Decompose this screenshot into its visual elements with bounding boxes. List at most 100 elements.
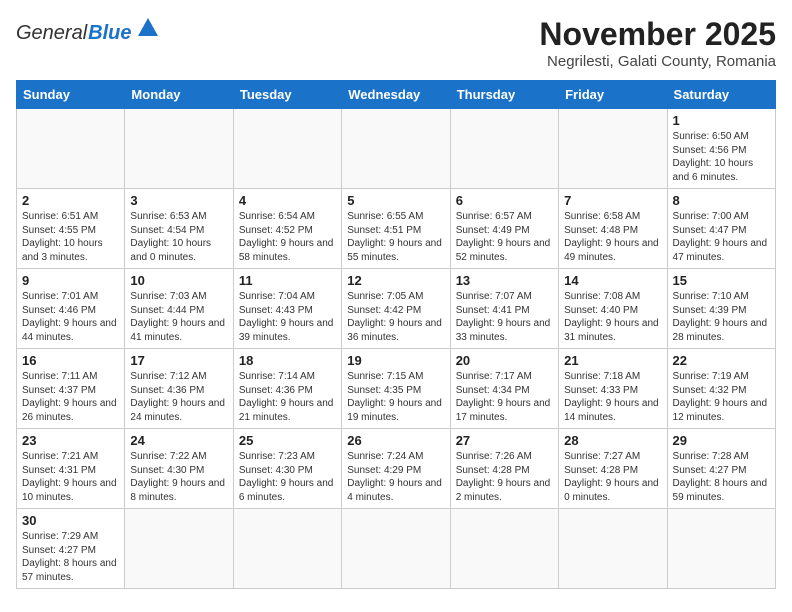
day-info: Sunrise: 7:12 AM Sunset: 4:36 PM Dayligh… [130,370,227,424]
calendar-cell: 22 Sunrise: 7:19 AM Sunset: 4:32 PM Dayli… [667,349,775,429]
day-info: Sunrise: 7:19 AM Sunset: 4:32 PM Dayligh… [673,370,770,424]
weekday-header-row: Sunday Monday Tuesday Wednesday Thursday… [17,81,776,109]
day-number: 25 [239,433,336,448]
day-info: Sunrise: 7:21 AM Sunset: 4:31 PM Dayligh… [22,450,119,504]
calendar-cell: 16Sunrise: 7:11 AM Sunset: 4:37 PM Dayli… [17,349,125,429]
calendar-cell [233,109,341,189]
logo-triangle-icon [137,16,159,43]
day-info: Sunrise: 7:00 AM Sunset: 4:47 PM Dayligh… [673,210,770,264]
day-number: 16 [22,353,119,368]
day-info: Sunrise: 7:28 AM Sunset: 4:27 PM Dayligh… [673,450,770,504]
calendar-cell: 14Sunrise: 7:08 AM Sunset: 4:40 PM Dayli… [559,269,667,349]
day-number: 1 [673,113,770,128]
day-number: 12 [347,273,444,288]
calendar-cell: 15 Sunrise: 7:10 AM Sunset: 4:39 PM Dayli… [667,269,775,349]
day-info: Sunrise: 6:58 AM Sunset: 4:48 PM Dayligh… [564,210,661,264]
day-number: 11 [239,273,336,288]
header-wednesday: Wednesday [342,81,450,109]
day-info: Sunrise: 6:57 AM Sunset: 4:49 PM Dayligh… [456,210,553,264]
day-number: 14 [564,273,661,288]
calendar-cell: 21Sunrise: 7:18 AM Sunset: 4:33 PM Dayli… [559,349,667,429]
day-info: Sunrise: 7:17 AM Sunset: 4:34 PM Dayligh… [456,370,553,424]
day-info: Sunrise: 7:15 AM Sunset: 4:35 PM Dayligh… [347,370,444,424]
calendar-cell [450,509,558,589]
calendar-cell [125,509,233,589]
calendar-cell: 28Sunrise: 7:27 AM Sunset: 4:28 PM Dayli… [559,429,667,509]
calendar-cell [342,109,450,189]
calendar-cell: 5Sunrise: 6:55 AM Sunset: 4:51 PM Daylig… [342,189,450,269]
day-info: Sunrise: 6:53 AM Sunset: 4:54 PM Dayligh… [130,210,227,264]
day-number: 10 [130,273,227,288]
calendar-week-row: 9 Sunrise: 7:01 AM Sunset: 4:46 PM Daylig… [17,269,776,349]
day-number: 18 [239,353,336,368]
day-info: Sunrise: 7:10 AM Sunset: 4:39 PM Dayligh… [673,290,770,344]
calendar-cell [450,109,558,189]
calendar-cell: 13Sunrise: 7:07 AM Sunset: 4:41 PM Dayli… [450,269,558,349]
header-sunday: Sunday [17,81,125,109]
calendar-cell: 25 Sunrise: 7:23 AM Sunset: 4:30 PM Dayli… [233,429,341,509]
day-info: Sunrise: 6:55 AM Sunset: 4:51 PM Dayligh… [347,210,444,264]
day-info: Sunrise: 7:26 AM Sunset: 4:28 PM Dayligh… [456,450,553,504]
day-info: Sunrise: 7:04 AM Sunset: 4:43 PM Dayligh… [239,290,336,344]
day-number: 7 [564,193,661,208]
day-info: Sunrise: 7:23 AM Sunset: 4:30 PM Dayligh… [239,450,336,504]
day-number: 4 [239,193,336,208]
day-number: 8 [673,193,770,208]
calendar-cell: 20 Sunrise: 7:17 AM Sunset: 4:34 PM Dayli… [450,349,558,429]
header-friday: Friday [559,81,667,109]
calendar-cell: 17 Sunrise: 7:12 AM Sunset: 4:36 PM Dayli… [125,349,233,429]
calendar-cell [559,109,667,189]
day-info: Sunrise: 6:54 AM Sunset: 4:52 PM Dayligh… [239,210,336,264]
day-info: Sunrise: 7:14 AM Sunset: 4:36 PM Dayligh… [239,370,336,424]
logo-general-text: General [16,22,87,45]
day-number: 19 [347,353,444,368]
day-number: 22 [673,353,770,368]
title-block: November 2025 Negrilesti, Galati County,… [539,16,776,70]
day-info: Sunrise: 7:18 AM Sunset: 4:33 PM Dayligh… [564,370,661,424]
header-thursday: Thursday [450,81,558,109]
calendar-cell: 7 Sunrise: 6:58 AM Sunset: 4:48 PM Daylig… [559,189,667,269]
calendar-week-row: 30Sunrise: 7:29 AM Sunset: 4:27 PM Dayli… [17,509,776,589]
day-number: 15 [673,273,770,288]
day-number: 20 [456,353,553,368]
day-number: 23 [22,433,119,448]
calendar-cell: 8 Sunrise: 7:00 AM Sunset: 4:47 PM Daylig… [667,189,775,269]
calendar-week-row: 23 Sunrise: 7:21 AM Sunset: 4:31 PM Dayli… [17,429,776,509]
calendar-week-row: 1 Sunrise: 6:50 AM Sunset: 4:56 PM Daylig… [17,109,776,189]
calendar-cell: 18 Sunrise: 7:14 AM Sunset: 4:36 PM Dayli… [233,349,341,429]
calendar-cell: 11 Sunrise: 7:04 AM Sunset: 4:43 PM Dayli… [233,269,341,349]
day-number: 2 [22,193,119,208]
calendar-week-row: 2 Sunrise: 6:51 AM Sunset: 4:55 PM Daylig… [17,189,776,269]
calendar-cell [559,509,667,589]
calendar-cell [17,109,125,189]
day-info: Sunrise: 7:01 AM Sunset: 4:46 PM Dayligh… [22,290,119,344]
calendar-cell: 19 Sunrise: 7:15 AM Sunset: 4:35 PM Dayli… [342,349,450,429]
calendar-cell: 29 Sunrise: 7:28 AM Sunset: 4:27 PM Dayli… [667,429,775,509]
calendar-cell: 30Sunrise: 7:29 AM Sunset: 4:27 PM Dayli… [17,509,125,589]
header-tuesday: Tuesday [233,81,341,109]
day-info: Sunrise: 7:07 AM Sunset: 4:41 PM Dayligh… [456,290,553,344]
day-number: 6 [456,193,553,208]
calendar-cell: 26Sunrise: 7:24 AM Sunset: 4:29 PM Dayli… [342,429,450,509]
day-number: 27 [456,433,553,448]
day-info: Sunrise: 6:51 AM Sunset: 4:55 PM Dayligh… [22,210,119,264]
logo: General Blue [16,16,159,45]
calendar-cell: 2 Sunrise: 6:51 AM Sunset: 4:55 PM Daylig… [17,189,125,269]
day-number: 29 [673,433,770,448]
calendar-cell [667,509,775,589]
day-number: 28 [564,433,661,448]
day-number: 24 [130,433,227,448]
calendar-subtitle: Negrilesti, Galati County, Romania [539,53,776,70]
day-number: 9 [22,273,119,288]
day-info: Sunrise: 7:05 AM Sunset: 4:42 PM Dayligh… [347,290,444,344]
calendar-cell: 3Sunrise: 6:53 AM Sunset: 4:54 PM Daylig… [125,189,233,269]
logo-icon: General Blue [16,16,159,45]
calendar-cell [125,109,233,189]
day-info: Sunrise: 6:50 AM Sunset: 4:56 PM Dayligh… [673,130,770,184]
calendar-cell: 6 Sunrise: 6:57 AM Sunset: 4:49 PM Daylig… [450,189,558,269]
calendar-table: Sunday Monday Tuesday Wednesday Thursday… [16,80,776,589]
header-monday: Monday [125,81,233,109]
calendar-cell [342,509,450,589]
day-info: Sunrise: 7:24 AM Sunset: 4:29 PM Dayligh… [347,450,444,504]
day-number: 17 [130,353,227,368]
